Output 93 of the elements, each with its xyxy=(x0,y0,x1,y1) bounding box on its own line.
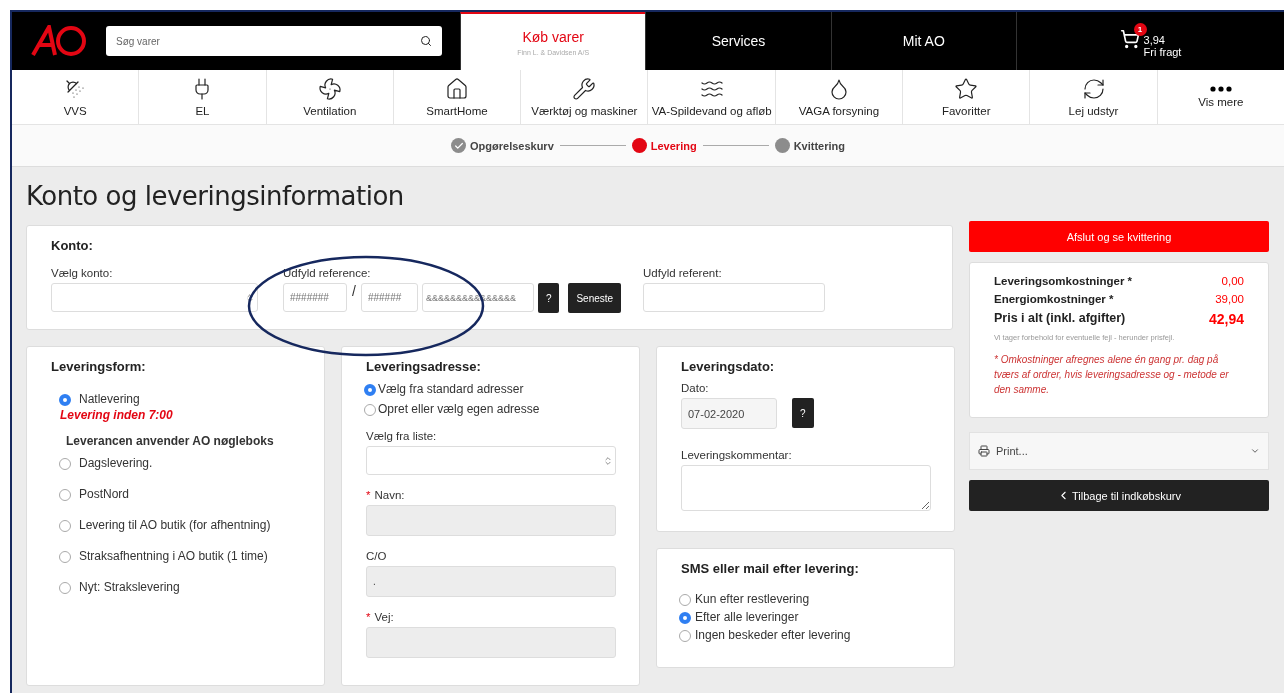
cost-label: Pris i alt (inkl. afgifter) xyxy=(994,311,1126,327)
field-label: * Navn: xyxy=(366,489,406,501)
account-select[interactable] xyxy=(51,283,258,312)
radio-option[interactable]: Straksafhentning i AO butik (1 time) xyxy=(59,549,300,563)
cost-value: 39,00 xyxy=(1215,293,1244,305)
cost-value: 42,94 xyxy=(1208,311,1244,327)
category-item[interactable]: VAGA forsyning xyxy=(774,70,903,124)
radio-button[interactable] xyxy=(679,612,691,624)
field-label: C/O xyxy=(366,550,388,562)
category-item[interactable]: Ventilation xyxy=(265,70,393,124)
radio-option[interactable]: PostNord xyxy=(59,487,300,501)
separator: / xyxy=(352,283,356,299)
radio-option[interactable]: Dagslevering. xyxy=(59,456,300,470)
search-icon[interactable] xyxy=(420,35,432,47)
radio-option[interactable]: Opret eller vælg egen adresse xyxy=(364,402,615,416)
category-item[interactable]: Værktøj og maskiner xyxy=(520,70,648,124)
input-field[interactable]: . xyxy=(366,566,616,597)
category-item[interactable]: EL xyxy=(138,70,266,124)
footnote-text: * Omkostninger afregnes alene én gang pr. dag på tværs af ordrer, hvis leveringsadresse og - metode er den samme. xyxy=(994,353,1230,397)
field-label: Vælg fra liste: xyxy=(366,430,438,442)
section-heading: Konto: xyxy=(51,238,94,253)
section-heading: Leveringsdato: xyxy=(681,359,776,374)
address-select[interactable] xyxy=(366,446,616,475)
radio-button[interactable] xyxy=(679,630,691,642)
radio-option[interactable]: Ingen beskeder efter levering xyxy=(679,628,930,642)
page-title: Konto og leveringsinformation xyxy=(26,181,405,211)
comment-field[interactable] xyxy=(681,465,931,511)
refresh-icon xyxy=(1081,77,1106,101)
field-label: * Vej: xyxy=(366,611,395,623)
radio-button[interactable] xyxy=(59,489,71,501)
input-field[interactable]: ###### xyxy=(360,283,418,312)
input-field[interactable] xyxy=(643,283,825,312)
radio-button[interactable] xyxy=(59,551,71,563)
field-label: Dato: xyxy=(681,382,710,394)
star-icon xyxy=(954,77,979,101)
radio-button[interactable] xyxy=(59,582,71,594)
search-field[interactable]: Søg varer xyxy=(106,26,442,56)
print-dropdown[interactable]: Print... xyxy=(969,432,1269,470)
house-icon xyxy=(445,77,470,101)
fan-icon xyxy=(317,77,342,101)
field-label: Vælg konto: xyxy=(51,267,114,279)
radio-button[interactable] xyxy=(59,458,71,470)
help-button[interactable]: ? xyxy=(792,398,814,428)
radio-option[interactable]: Natlevering xyxy=(59,392,300,406)
input-field[interactable]: ####### xyxy=(283,283,347,312)
caret-icon xyxy=(1250,446,1260,456)
logo-icon[interactable] xyxy=(31,25,87,57)
progress-step: Opgørelseskurv xyxy=(451,138,554,153)
progress-step: Kvittering xyxy=(774,138,845,153)
delivery-note: Levering inden 7:00 xyxy=(60,408,174,422)
field-label: Udfyld referent: xyxy=(643,267,723,279)
cost-label: Energiomkostninger * xyxy=(994,293,1114,305)
section-heading: Leveringsadresse: xyxy=(366,359,482,374)
finish-button[interactable]: Afslut og se kvittering xyxy=(969,221,1269,252)
radio-button[interactable] xyxy=(364,384,376,396)
radio-button[interactable] xyxy=(59,394,71,406)
help-button[interactable]: ? xyxy=(537,283,560,313)
radio-option[interactable]: Kun efter restlevering xyxy=(679,592,930,606)
updown-icon xyxy=(245,292,255,303)
category-item[interactable]: VVS xyxy=(12,70,139,124)
radio-option[interactable]: Levering til AO butik (for afhentning) xyxy=(59,518,300,532)
input-field[interactable] xyxy=(366,505,616,536)
printer-icon xyxy=(978,445,990,457)
more-icon xyxy=(1209,86,1232,92)
section-heading: Leveringsform: xyxy=(51,359,147,374)
input-field[interactable] xyxy=(366,627,616,658)
radio-button[interactable] xyxy=(59,520,71,532)
category-item[interactable]: Favoritter xyxy=(902,70,1030,124)
updown-icon xyxy=(603,455,613,466)
category-item[interactable]: VA-Spildevand og afløb xyxy=(647,70,775,124)
recent-button[interactable]: Seneste xyxy=(568,283,622,313)
info-text: Leverancen anvender AO nøgleboks xyxy=(66,434,275,448)
section-heading: SMS eller mail efter levering: xyxy=(681,561,860,576)
field-label: Leveringskommentar: xyxy=(681,449,793,461)
radio-option[interactable]: Nyt: Strakslevering xyxy=(59,580,300,594)
required-mark: * xyxy=(366,611,371,623)
radio-button[interactable] xyxy=(364,404,376,416)
field-label: Udfyld reference: xyxy=(283,267,372,279)
category-item[interactable]: Lej udstyr xyxy=(1029,70,1157,124)
cost-value: 0,00 xyxy=(1221,275,1244,287)
required-mark: * xyxy=(366,489,371,501)
wrench-icon xyxy=(572,77,597,101)
cost-label: Leveringsomkostninger * xyxy=(994,275,1133,287)
category-item[interactable]: SmartHome xyxy=(392,70,521,124)
back-button[interactable]: Tilbage til indkøbskurv xyxy=(969,480,1269,511)
radio-button[interactable] xyxy=(679,594,691,606)
progress-step: Levering xyxy=(631,138,697,153)
radio-option[interactable]: Efter alle leveringer xyxy=(679,610,930,624)
date-field[interactable]: 07-02-2020 xyxy=(681,398,777,429)
category-item[interactable]: Vis mere xyxy=(1156,70,1284,124)
cart-icon xyxy=(1119,29,1140,49)
radio-option[interactable]: Vælg fra standard adresser xyxy=(364,382,615,396)
cart-badge: 1 xyxy=(1133,23,1147,36)
